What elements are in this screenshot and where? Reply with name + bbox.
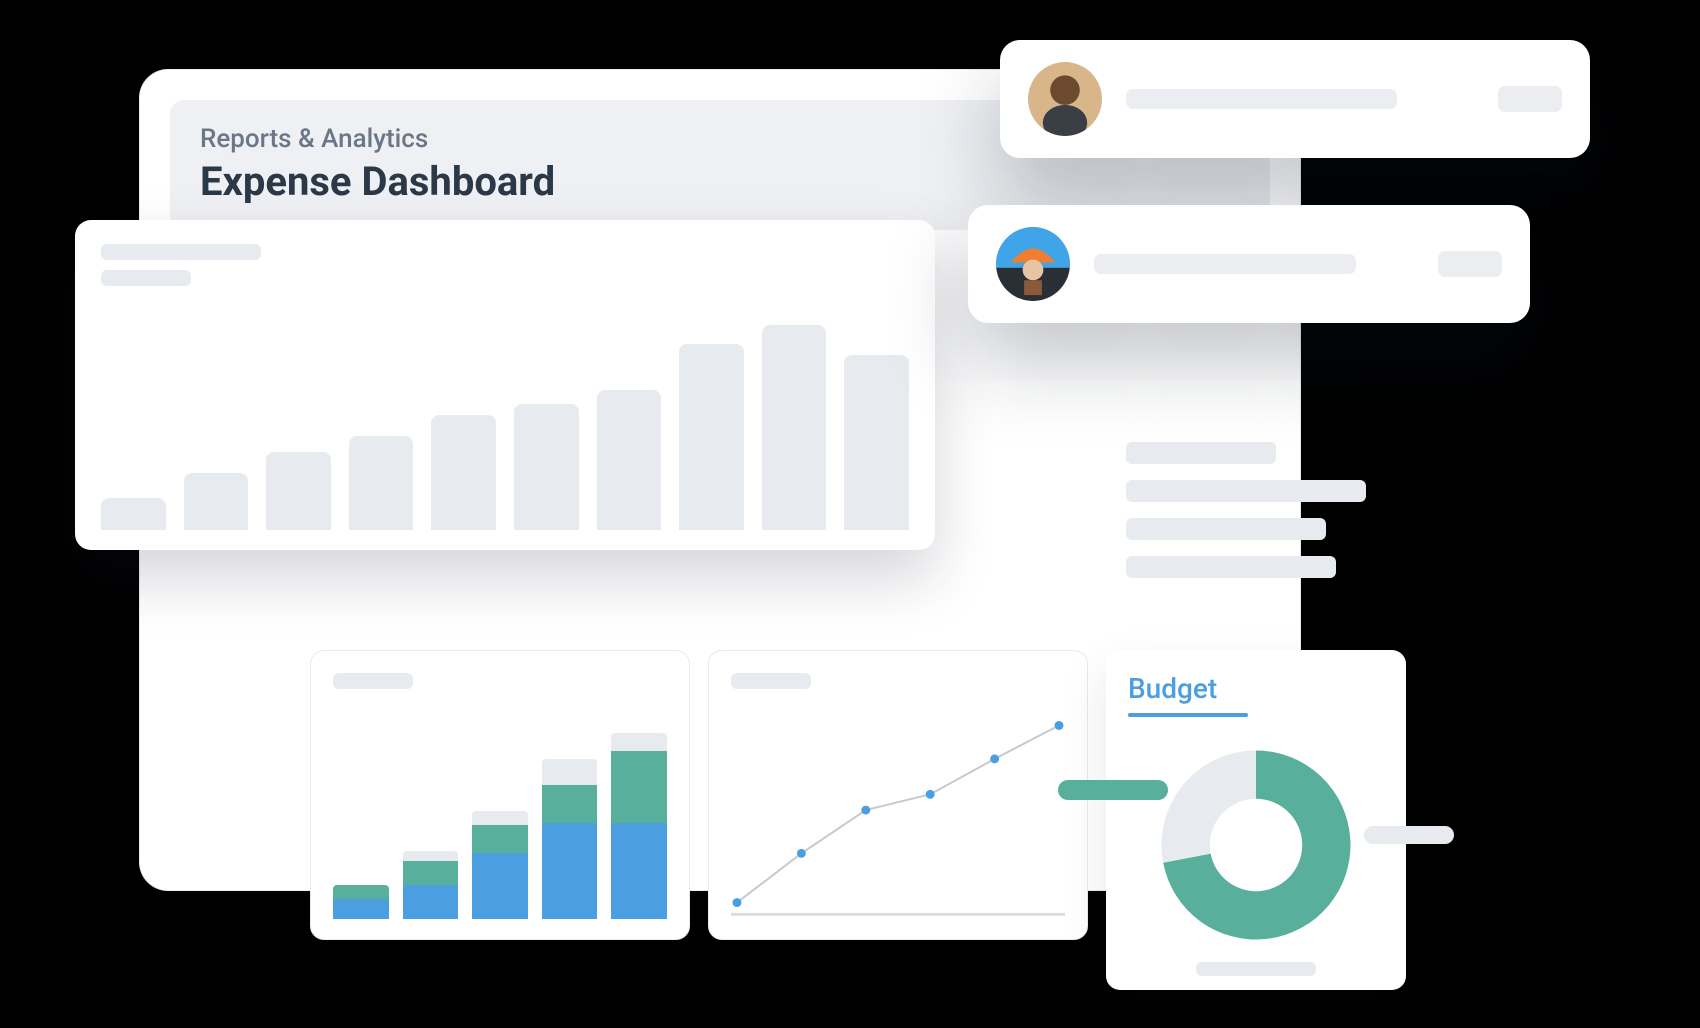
card-title-placeholder (333, 673, 413, 689)
budget-card[interactable]: Budget (1106, 650, 1406, 990)
summary-list (1126, 442, 1386, 594)
page-title: Expense Dashboard (200, 158, 1240, 205)
avatar (1028, 62, 1102, 136)
main-bar-chart (101, 300, 909, 530)
donut-legend-secondary (1364, 826, 1454, 844)
main-bar-chart-card[interactable] (75, 220, 935, 550)
budget-footer-placeholder (1196, 962, 1316, 976)
stacked-bar-chart (333, 719, 667, 919)
person-text-placeholder (1126, 89, 1474, 109)
budget-tab[interactable]: Budget (1128, 672, 1217, 715)
card-title-placeholder (101, 244, 261, 260)
donut-legend-primary (1058, 780, 1168, 800)
card-title-placeholder (731, 673, 811, 689)
person-badge-placeholder (1438, 251, 1502, 277)
donut-chart (1106, 740, 1406, 970)
person-badge-placeholder (1498, 86, 1562, 112)
person-card[interactable] (968, 205, 1530, 323)
card-subtitle-placeholder (101, 270, 191, 286)
line-chart-card[interactable] (708, 650, 1088, 940)
stacked-bar-card[interactable] (310, 650, 690, 940)
person-card[interactable] (1000, 40, 1590, 158)
line-chart (731, 709, 1065, 919)
person-text-placeholder (1094, 254, 1414, 274)
avatar (996, 227, 1070, 301)
